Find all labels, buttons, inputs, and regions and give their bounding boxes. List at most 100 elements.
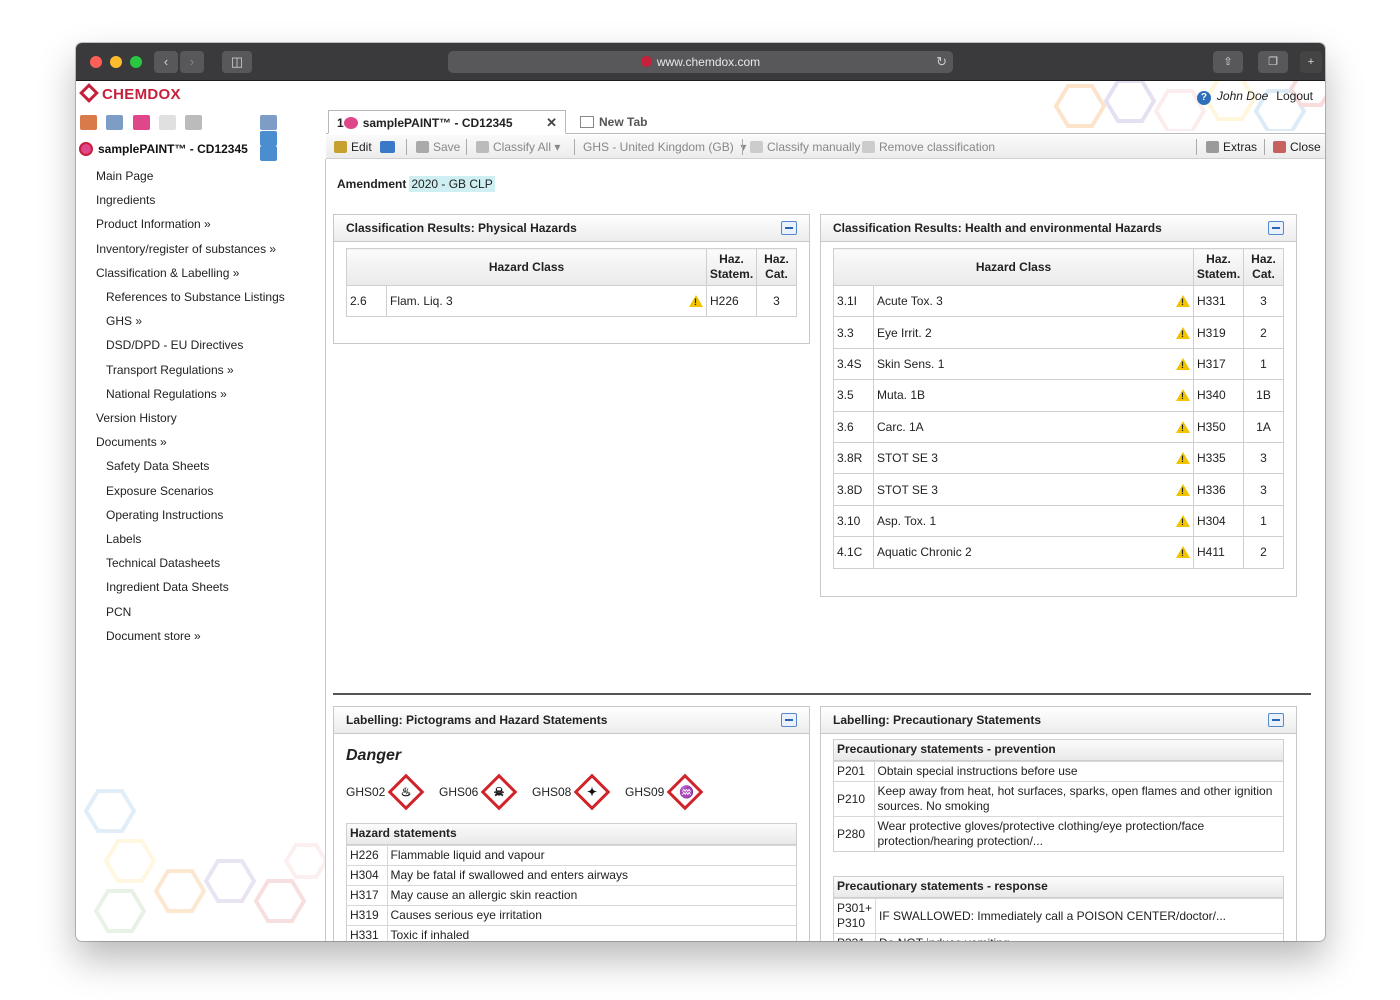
warning-icon <box>1176 389 1190 402</box>
sidebar-item[interactable]: Transport Regulations » <box>106 363 234 377</box>
health-hazards-panel: Classification Results: Health and envir… <box>820 214 1297 597</box>
back-button[interactable]: ‹ <box>154 51 178 73</box>
hazard-row[interactable]: 3.6Carc. 1A H3501A <box>833 410 1284 443</box>
physical-hazards-panel: Classification Results: Physical Hazards… <box>333 214 810 344</box>
sidebar-item[interactable]: GHS » <box>106 314 142 328</box>
statement-text: Causes serious eye irritation <box>387 905 796 926</box>
hazard-category: 2 <box>1243 536 1284 569</box>
statement-text: Obtain special instructions before use <box>874 761 1283 782</box>
signal-word: Danger <box>346 747 402 764</box>
pictogram-code: GHS02 <box>346 785 386 799</box>
edit-button[interactable]: Edit <box>334 140 372 154</box>
remove-classification-button[interactable]: Remove classification <box>862 140 995 154</box>
hazard-row[interactable]: 3.5Muta. 1B H3401B <box>833 379 1284 412</box>
document-icon[interactable] <box>159 115 177 131</box>
amendment-label: Amendment <box>337 177 407 191</box>
back-arrow-icon[interactable] <box>260 130 277 146</box>
help-icon[interactable]: ? <box>1196 91 1211 105</box>
classify-manually-button[interactable]: Classify manually <box>750 140 860 154</box>
sidebar-item[interactable]: Classification & Labelling » <box>96 266 239 280</box>
hazard-row[interactable]: 3.10Asp. Tox. 1 H3041 <box>833 504 1284 538</box>
extras-button[interactable]: Extras <box>1206 140 1257 154</box>
response-row: P301+ P310 IF SWALLOWED: Immediately call… <box>834 898 1283 934</box>
sidebar-item[interactable]: Exposure Scenarios <box>106 484 213 498</box>
users-icon[interactable] <box>185 115 203 131</box>
sidebar-item[interactable]: Operating Instructions <box>106 508 223 522</box>
sidebar-item[interactable]: Main Page <box>96 169 153 183</box>
sidebar-toggle-icon[interactable]: ◫ <box>222 51 252 73</box>
left-toolbar <box>80 115 277 161</box>
hazard-category: 1 <box>1243 347 1284 381</box>
sidebar-item[interactable]: References to Substance Listings <box>106 290 285 304</box>
sidebar-item[interactable]: Version History <box>96 411 177 425</box>
sidebar-item[interactable]: Product Information » <box>96 217 211 231</box>
panel-title: Labelling: Pictograms and Hazard Stateme… <box>346 713 608 727</box>
user-name[interactable]: John Doe <box>1217 89 1268 103</box>
collapse-icon[interactable] <box>781 221 797 235</box>
tab-sample-paint[interactable]: 1 samplePAINT™ - CD12345 ✕ <box>328 110 566 134</box>
zoom-icon[interactable] <box>260 115 277 131</box>
address-bar[interactable]: www.chemdox.com ↻ <box>448 51 953 73</box>
product-icon[interactable] <box>132 115 150 131</box>
sidebar-item[interactable]: Safety Data Sheets <box>106 459 209 473</box>
chemdox-logo[interactable]: CHEMDOX <box>79 83 181 103</box>
tabs-overview-icon[interactable]: ❐ <box>1258 51 1288 73</box>
close-tab-icon[interactable]: ✕ <box>546 115 557 131</box>
col-hazard-class: Hazard Class <box>833 248 1194 286</box>
hazard-row[interactable]: 3.8DSTOT SE 3 H3363 <box>833 473 1284 506</box>
amendment-value[interactable]: 2020 - GB CLP <box>409 176 495 192</box>
close-window-button[interactable] <box>90 56 102 68</box>
hazard-row[interactable]: 3.4SSkin Sens. 1 H3171 <box>833 347 1284 381</box>
sidebar-item[interactable]: DSD/DPD - EU Directives <box>106 338 243 352</box>
share-icon[interactable]: ⇧ <box>1213 51 1243 73</box>
hazard-class-cell: STOT SE 3 <box>873 441 1194 475</box>
hazard-row[interactable]: 2.6Flam. Liq. 3 H2263 <box>346 284 797 318</box>
collapse-icon[interactable] <box>781 713 797 727</box>
hazard-statement-row: H226 Flammable liquid and vapour <box>347 845 796 866</box>
tab-new[interactable]: New Tab <box>572 110 655 134</box>
classify-all-button[interactable]: Classify All ▾ <box>476 140 560 154</box>
sidebar-item[interactable]: Labels <box>106 532 141 546</box>
hazard-row[interactable]: 3.8RSTOT SE 3 H3353 <box>833 441 1284 475</box>
logo-text: CHEMDOX <box>102 86 181 103</box>
hazard-row[interactable]: 4.1CAquatic Chronic 2 H4112 <box>833 536 1284 569</box>
regulation-select[interactable]: GHS - United Kingdom (GB) ▾ <box>583 140 746 154</box>
home-icon[interactable] <box>80 115 97 131</box>
prevention-row: P280 Wear protective gloves/protective cl… <box>834 816 1283 851</box>
search-icon[interactable] <box>106 115 124 131</box>
hazard-statement-code: H331 <box>1193 284 1244 318</box>
hazard-row[interactable]: 3.1IAcute Tox. 3 H3313 <box>833 284 1284 318</box>
hazard-class-name: STOT SE 3 <box>877 451 938 466</box>
sidebar-item[interactable]: Documents » <box>96 435 167 449</box>
sidebar-nav: Main Page Ingredients Product Information … <box>76 159 326 941</box>
new-tab-icon[interactable]: + <box>1300 51 1322 73</box>
sidebar-item[interactable]: National Regulations » <box>106 387 227 401</box>
close-button[interactable]: Close <box>1273 140 1321 154</box>
sidebar-item[interactable]: Ingredient Data Sheets <box>106 580 229 594</box>
warning-icon <box>689 295 703 308</box>
tab-number: 1 <box>337 116 344 130</box>
sidebar-item[interactable]: Ingredients <box>96 193 155 207</box>
sidebar-item[interactable]: Document store » <box>106 629 201 643</box>
save-button[interactable]: Save <box>416 140 460 154</box>
hazard-class-name: Skin Sens. 1 <box>877 356 945 371</box>
refresh-button[interactable] <box>380 140 399 154</box>
reload-icon[interactable]: ↻ <box>936 51 947 73</box>
sidebar-item[interactable]: Inventory/register of substances » <box>96 242 276 256</box>
section-divider <box>333 693 1311 695</box>
hazard-statement-code: H335 <box>1193 441 1244 475</box>
warning-icon <box>1176 420 1190 433</box>
collapse-icon[interactable] <box>1268 713 1284 727</box>
collapse-icon[interactable] <box>1268 221 1284 235</box>
hazard-row[interactable]: 3.3Eye Irrit. 2 H3192 <box>833 316 1284 349</box>
sidebar-item[interactable]: PCN <box>106 605 131 619</box>
hazard-code: 3.6 <box>833 410 874 443</box>
zoom-window-button[interactable] <box>130 56 142 68</box>
forward-button[interactable]: › <box>180 51 204 73</box>
logout-link[interactable]: Logout <box>1276 89 1313 103</box>
app: CHEMDOX ? John Doe Logout samplePAINT™ - C… <box>76 81 1325 941</box>
minimize-window-button[interactable] <box>110 56 122 68</box>
sidebar-item[interactable]: Technical Datasheets <box>106 556 220 570</box>
pencil-icon <box>334 141 347 153</box>
hazard-statement-row: H317 May cause an allergic skin reaction <box>347 885 796 906</box>
